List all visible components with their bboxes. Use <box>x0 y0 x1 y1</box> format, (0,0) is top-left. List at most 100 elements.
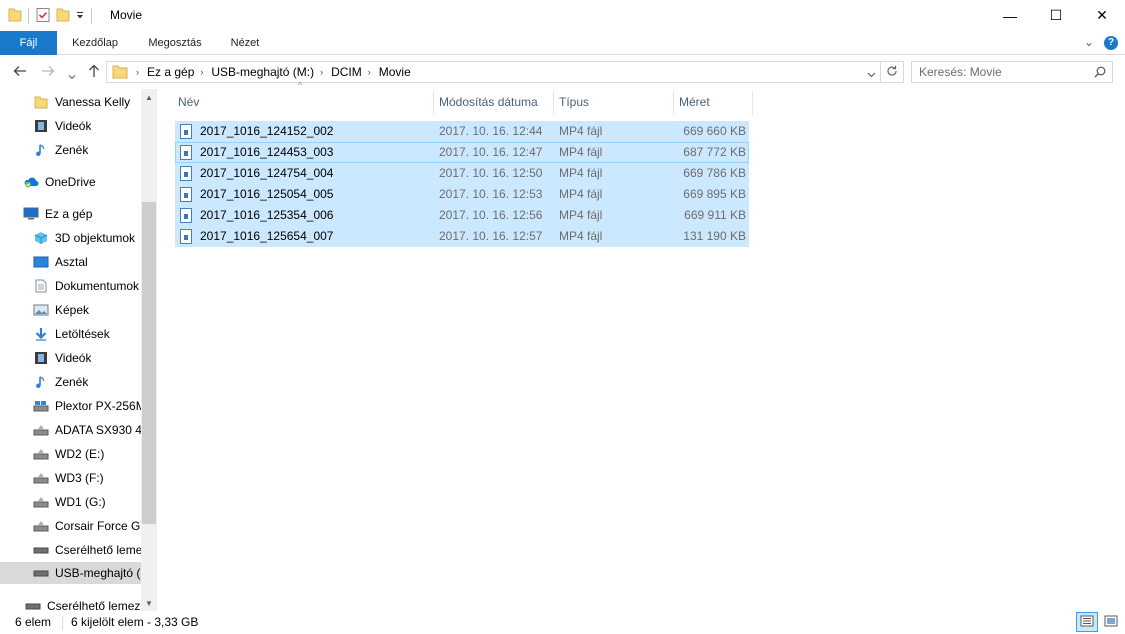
sidebar-item-label: Vanessa Kelly <box>55 95 131 109</box>
large-icons-view-button[interactable] <box>1100 612 1122 632</box>
file-size-cell: 669 911 KB <box>684 208 746 222</box>
sidebar-item-wd1[interactable]: WD1 (G:) <box>33 491 106 513</box>
tab-home[interactable]: Kezdőlap <box>66 31 124 55</box>
scroll-up-arrow-icon[interactable]: ▲ <box>141 89 157 105</box>
table-row[interactable]: 2017_1016_124453_003 2017. 10. 16. 12:47… <box>175 142 749 163</box>
breadcrumb-chevron-icon[interactable]: › <box>136 67 139 77</box>
sidebar-item-label: WD1 (G:) <box>55 495 106 509</box>
details-view-button[interactable] <box>1076 612 1098 632</box>
column-header-type[interactable]: Típus <box>553 89 673 116</box>
sidebar-item-label: OneDrive <box>45 175 96 189</box>
tab-view[interactable]: Nézet <box>222 31 268 55</box>
sidebar-item-onedrive[interactable]: OneDrive <box>23 171 96 193</box>
file-name-cell: 2017_1016_124453_003 <box>180 143 333 162</box>
quick-access-toolbar <box>8 6 94 26</box>
sidebar-item-label: WD2 (E:) <box>55 447 105 461</box>
sidebar-item-music-pc[interactable]: Zenék <box>33 371 88 393</box>
scroll-down-arrow-icon[interactable]: ▼ <box>141 595 157 611</box>
sidebar-item-wd3[interactable]: WD3 (F:) <box>33 467 104 489</box>
column-header-date-modified[interactable]: Módosítás dátuma <box>433 89 553 116</box>
customize-toolbar-chevron-icon[interactable] <box>75 9 85 24</box>
breadcrumb-dcim[interactable]: DCIM <box>331 65 362 79</box>
expand-ribbon-chevron-icon[interactable]: ⌄ <box>1084 35 1094 49</box>
sidebar-item-videos-pc[interactable]: Videók <box>33 347 91 369</box>
sidebar-item-removable-disk[interactable]: Cserélhető lemez <box>33 539 148 561</box>
drive-icon <box>33 398 49 414</box>
column-divider[interactable] <box>752 91 753 115</box>
refresh-icon <box>886 65 898 80</box>
breadcrumb-chevron-icon[interactable]: › <box>368 67 371 77</box>
item-count: 6 elem <box>15 615 52 629</box>
navigation-scrollbar[interactable]: ▲ ▼ <box>141 89 157 611</box>
sidebar-item-label: Zenék <box>55 143 89 157</box>
file-size-cell: 131 190 KB <box>683 229 746 243</box>
file-date-cell: 2017. 10. 16. 12:53 <box>439 187 543 201</box>
sidebar-item-wd2[interactable]: WD2 (E:) <box>33 443 104 465</box>
usb-drive-icon <box>33 565 49 581</box>
sidebar-item-label: Videók <box>55 351 92 365</box>
column-header-name[interactable]: Név <box>172 89 434 116</box>
video-file-icon <box>180 208 192 223</box>
forward-arrow-icon[interactable] <box>41 64 55 80</box>
sidebar-item-adata[interactable]: ADATA SX930 48 <box>33 419 149 441</box>
sidebar-item-usb-drive[interactable]: USB-meghajtó (l <box>0 562 141 584</box>
sidebar-item-vanessa-kelly[interactable]: Vanessa Kelly <box>33 91 130 113</box>
sidebar-item-videos[interactable]: Videók <box>33 115 91 137</box>
tab-share[interactable]: Megosztás <box>139 31 211 55</box>
breadcrumb-chevron-icon[interactable]: › <box>200 67 203 77</box>
breadcrumb-chevron-icon[interactable]: › <box>320 67 323 77</box>
breadcrumb-usb-drive[interactable]: USB-meghajtó (M:) <box>211 65 314 79</box>
file-name: 2017_1016_124754_004 <box>200 166 334 180</box>
refresh-button[interactable] <box>881 61 904 83</box>
sidebar-item-corsair[interactable]: Corsair Force GT <box>33 515 148 537</box>
new-folder-icon[interactable] <box>55 7 71 26</box>
navigation-pane: Vanessa Kelly Videók Zenék OneDrive Ez a… <box>0 89 157 613</box>
address-dropdown-chevron-icon[interactable] <box>867 67 876 81</box>
properties-icon[interactable] <box>35 7 51 26</box>
table-row[interactable]: 2017_1016_124152_002 2017. 10. 16. 12:44… <box>175 121 749 142</box>
breadcrumb-movie[interactable]: Movie <box>379 65 411 79</box>
folder-icon <box>8 7 22 26</box>
desktop-icon <box>33 254 49 270</box>
table-row[interactable]: 2017_1016_124754_004 2017. 10. 16. 12:50… <box>175 163 749 184</box>
sidebar-item-documents[interactable]: Dokumentumok <box>33 275 139 297</box>
search-input[interactable] <box>919 65 1089 79</box>
sidebar-item-downloads[interactable]: Letöltések <box>33 323 110 345</box>
sidebar-item-plextor[interactable]: Plextor PX-256M <box>33 395 146 417</box>
table-row[interactable]: 2017_1016_125354_006 2017. 10. 16. 12:56… <box>175 205 749 226</box>
tab-file[interactable]: Fájl <box>0 31 57 55</box>
sidebar-item-this-pc[interactable]: Ez a gép <box>23 203 92 225</box>
table-row[interactable]: 2017_1016_125054_005 2017. 10. 16. 12:53… <box>175 184 749 205</box>
sidebar-item-3d-objects[interactable]: 3D objektumok <box>33 227 135 249</box>
minimize-button[interactable]: — <box>987 0 1033 31</box>
file-name: 2017_1016_125654_007 <box>200 229 334 243</box>
file-type-cell: MP4 fájl <box>559 124 603 138</box>
sidebar-item-music[interactable]: Zenék <box>33 139 88 161</box>
back-arrow-icon[interactable] <box>13 64 27 80</box>
column-header-size[interactable]: Méret <box>673 89 753 116</box>
search-icon[interactable] <box>1094 66 1106 81</box>
close-button[interactable]: ✕ <box>1079 0 1125 31</box>
help-icon[interactable]: ? <box>1104 36 1118 50</box>
file-type-cell: MP4 fájl <box>559 208 603 222</box>
breadcrumb-this-pc[interactable]: Ez a gép <box>147 65 194 79</box>
sidebar-item-desktop[interactable]: Asztal <box>33 251 88 273</box>
search-box[interactable] <box>911 61 1113 83</box>
sidebar-item-label: Cserélhető lemez <box>55 543 149 557</box>
file-size-cell: 669 895 KB <box>683 187 746 201</box>
sidebar-item-pictures[interactable]: Képek <box>33 299 89 321</box>
sidebar-item-label: 3D objektumok <box>55 231 136 245</box>
scrollbar-thumb[interactable] <box>142 202 156 524</box>
file-name-cell: 2017_1016_125354_006 <box>180 206 333 225</box>
up-arrow-icon[interactable] <box>88 64 100 81</box>
table-row[interactable]: 2017_1016_125654_007 2017. 10. 16. 12:57… <box>175 226 749 247</box>
maximize-button[interactable]: ☐ <box>1033 0 1079 31</box>
sidebar-item-label: ADATA SX930 48 <box>55 423 149 437</box>
address-bar[interactable]: › Ez a gép › USB-meghajtó (M:) › DCIM › … <box>106 61 881 83</box>
file-name-cell: 2017_1016_125654_007 <box>180 227 333 246</box>
file-date-cell: 2017. 10. 16. 12:44 <box>439 124 543 138</box>
status-divider <box>62 616 63 630</box>
file-size-cell: 669 660 KB <box>683 124 746 138</box>
sidebar-item-label: Plextor PX-256M <box>55 399 146 413</box>
recent-locations-chevron-icon[interactable] <box>68 67 76 83</box>
